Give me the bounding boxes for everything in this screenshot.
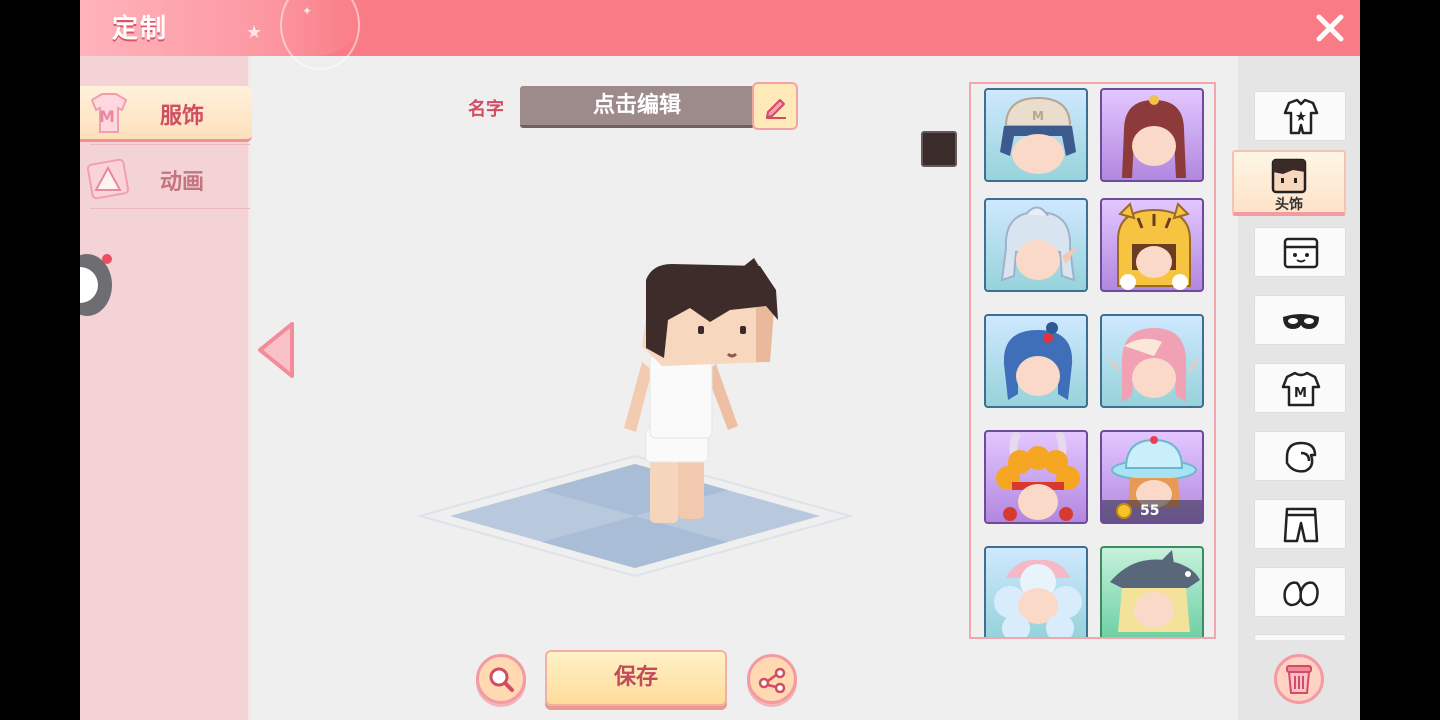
magnifier-icon (489, 667, 514, 692)
category-pants[interactable] (1254, 499, 1346, 549)
close-button[interactable] (1312, 10, 1348, 46)
triangle-icon (86, 158, 130, 200)
onesie-icon (1283, 98, 1319, 135)
svg-text:M: M (1032, 109, 1044, 123)
title-bar: ★ ✦ 定制 (80, 0, 1360, 70)
side-toggle[interactable] (80, 254, 112, 316)
category-face[interactable] (1254, 227, 1346, 277)
pants-icon (1283, 507, 1319, 543)
category-more[interactable] (1254, 634, 1346, 640)
decorative-arc (280, 0, 360, 70)
coin-icon (1116, 503, 1132, 519)
item-card[interactable]: M (984, 88, 1088, 182)
star-icon: ★ (246, 22, 263, 43)
headwear-item-grid[interactable]: M 55 (969, 82, 1216, 639)
svg-text:M: M (1294, 386, 1307, 401)
mask-icon (1283, 314, 1319, 329)
tiger-hood-icon (1117, 202, 1191, 290)
name-input[interactable]: 点击编辑 (520, 86, 754, 128)
category-gloves[interactable] (1254, 431, 1346, 481)
divider (90, 208, 250, 209)
opera-headdress-icon (996, 432, 1080, 521)
notification-dot (102, 254, 112, 264)
head-icon (1271, 158, 1307, 194)
close-icon (1316, 14, 1344, 42)
category-shoes[interactable] (1254, 567, 1346, 617)
zoom-button[interactable] (476, 654, 526, 704)
glove-icon (1285, 441, 1317, 473)
save-button[interactable]: 保存 (545, 650, 727, 706)
category-top[interactable]: M (1254, 363, 1346, 413)
shirt-m-icon: M (90, 93, 128, 133)
trash-icon (1286, 665, 1312, 694)
item-card[interactable] (984, 198, 1088, 292)
cloud-hair-icon (994, 559, 1082, 637)
share-button[interactable] (747, 654, 797, 704)
item-card[interactable] (984, 430, 1088, 524)
tab-clothing[interactable]: M 服饰 (80, 86, 252, 142)
item-card[interactable] (984, 546, 1088, 637)
item-card[interactable] (1100, 198, 1204, 292)
blue-bun-hair-icon (1003, 322, 1073, 400)
delete-button[interactable] (1274, 654, 1324, 704)
category-headwear-label: 头饰 (1275, 197, 1303, 213)
avatar-preview[interactable] (410, 250, 860, 580)
customize-screen: ★ ✦ 定制 M 服饰 动画 名字 点击编辑 保存 M 55 头饰 M (80, 0, 1360, 720)
share-icon (758, 667, 786, 693)
edit-name-button[interactable] (752, 82, 798, 130)
tab-clothing-label: 服饰 (160, 104, 205, 129)
beanie-hair-icon: M (1000, 96, 1076, 174)
category-headwear[interactable]: 头饰 (1232, 150, 1346, 216)
braided-red-hair-icon (1122, 95, 1186, 178)
item-card[interactable] (1100, 88, 1204, 182)
item-card[interactable] (1100, 546, 1204, 637)
face-icon (1283, 237, 1319, 269)
tab-animation-label: 动画 (160, 170, 205, 195)
item-card[interactable]: 55 (1100, 430, 1204, 524)
item-card[interactable] (1100, 314, 1204, 408)
hair-color-swatch[interactable] (921, 131, 957, 167)
star-icon: ✦ (302, 4, 313, 18)
silver-elf-hair-icon (1000, 206, 1078, 282)
tab-animation[interactable]: 动画 (80, 152, 252, 208)
tshirt-icon: M (1281, 371, 1321, 407)
category-mask[interactable] (1254, 295, 1346, 345)
pencil-icon (766, 99, 786, 119)
divider (90, 144, 250, 145)
name-label: 名字 (468, 99, 504, 120)
item-card[interactable] (984, 314, 1088, 408)
item-price: 55 (1140, 503, 1160, 519)
pink-elf-hair-icon (1106, 328, 1202, 402)
category-outfit[interactable] (1254, 91, 1346, 141)
price-tag: 55 (1102, 500, 1202, 522)
shark-hat-icon (1110, 550, 1200, 632)
svg-text:M: M (99, 107, 115, 126)
left-sidebar: M 服饰 动画 (80, 56, 252, 720)
shoes-icon (1283, 581, 1319, 607)
previous-arrow-icon[interactable] (254, 318, 298, 382)
category-bar: 头饰 M (1232, 56, 1360, 720)
page-title: 定制 (112, 14, 169, 44)
